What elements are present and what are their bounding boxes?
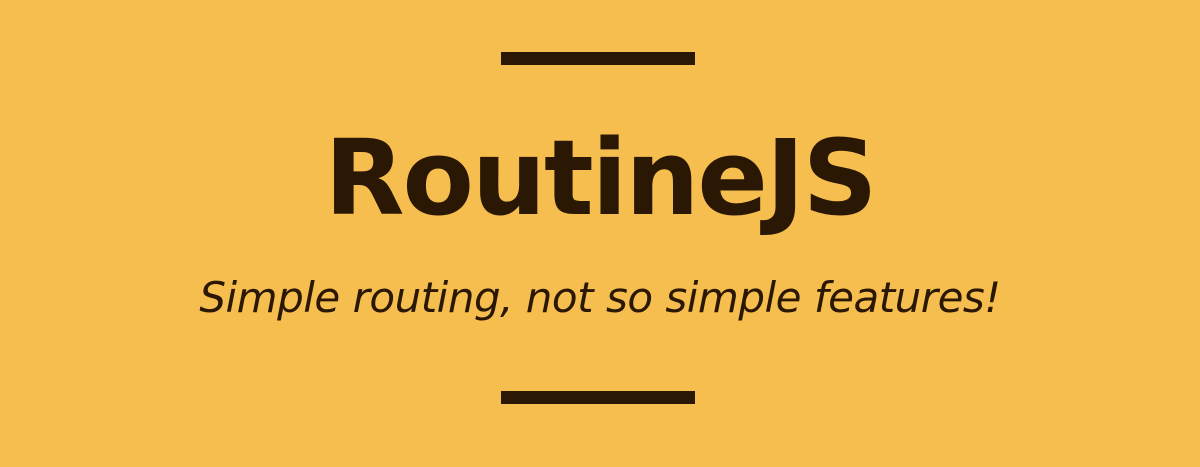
banner: RoutineJS Simple routing, not so simple … [0, 0, 1200, 467]
top-divider [501, 52, 695, 65]
page-title: RoutineJS [324, 117, 877, 239]
tagline: Simple routing, not so simple features! [199, 273, 1001, 322]
bottom-divider [501, 391, 695, 404]
